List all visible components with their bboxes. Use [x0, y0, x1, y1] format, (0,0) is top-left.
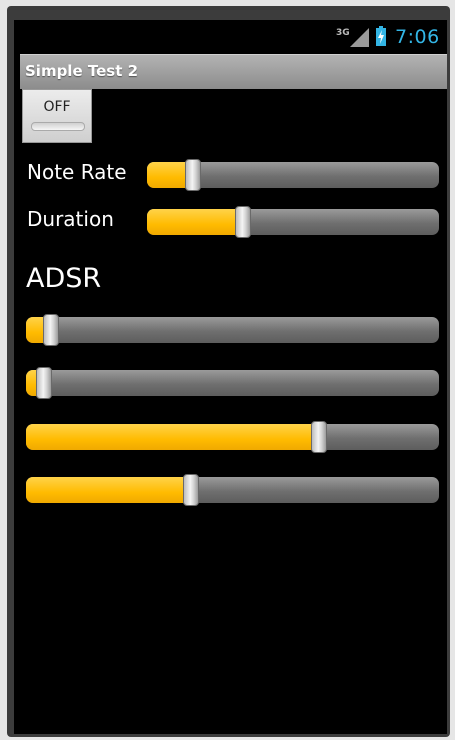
- slider-thumb[interactable]: [311, 421, 327, 453]
- slider-track: [26, 424, 439, 450]
- slider-thumb[interactable]: [43, 314, 59, 346]
- slider-thumb[interactable]: [185, 159, 201, 191]
- battery-charging-icon: [376, 26, 386, 46]
- slider-fill: [147, 209, 243, 235]
- adsr-release-slider[interactable]: [26, 474, 439, 506]
- toggle-label: OFF: [43, 99, 71, 115]
- duration-slider[interactable]: [147, 206, 439, 238]
- slider-track: [26, 477, 439, 503]
- adsr-sustain-slider[interactable]: [26, 421, 439, 453]
- slider-thumb[interactable]: [183, 474, 199, 506]
- slider-track: [26, 317, 439, 343]
- note-rate-slider[interactable]: [147, 159, 439, 191]
- screen: 3G 7:06 Simple Test 2 OFF Note Rate Dura…: [14, 20, 447, 734]
- app-title: Simple Test 2: [25, 62, 139, 80]
- adsr-attack-slider[interactable]: [26, 314, 439, 346]
- slider-thumb[interactable]: [36, 367, 52, 399]
- slider-fill: [26, 477, 191, 503]
- toggle-indicator: [31, 122, 85, 131]
- slider-track: [26, 370, 439, 396]
- slider-track: [147, 209, 439, 235]
- signal-3g-icon: 3G: [336, 28, 369, 47]
- note-rate-label: Note Rate: [27, 160, 127, 184]
- app-title-bar: Simple Test 2: [20, 54, 447, 89]
- duration-label: Duration: [27, 207, 114, 231]
- adsr-heading: ADSR: [26, 263, 102, 294]
- status-bar: 3G 7:06: [14, 20, 447, 52]
- slider-fill: [26, 424, 319, 450]
- svg-text:3G: 3G: [336, 28, 350, 38]
- slider-thumb[interactable]: [235, 206, 251, 238]
- adsr-decay-slider[interactable]: [26, 367, 439, 399]
- power-toggle-button[interactable]: OFF: [22, 89, 92, 143]
- status-clock: 7:06: [395, 26, 440, 48]
